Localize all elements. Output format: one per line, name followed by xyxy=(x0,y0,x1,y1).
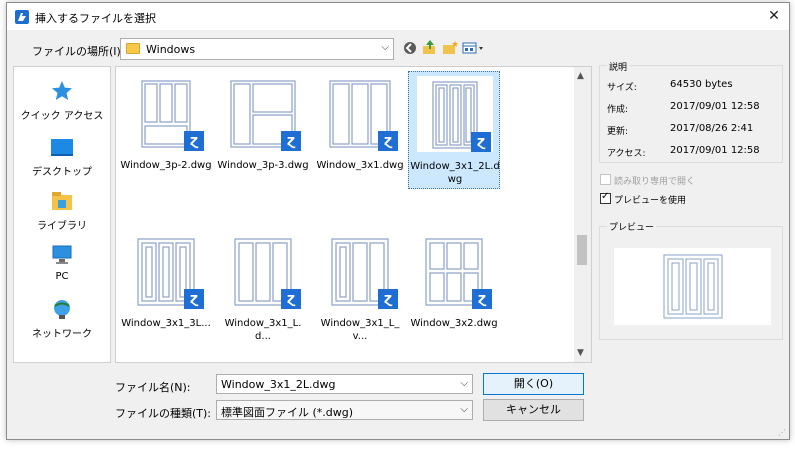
file-dialog: 挿入するファイルを選択 ✕ ファイルの場所(I): Windows ⌵ クイック… xyxy=(6,2,790,440)
file-name: Window_3x2.dwg xyxy=(410,318,498,329)
location-value: Windows xyxy=(146,43,196,56)
star-icon xyxy=(52,81,72,100)
open-button[interactable]: 開く(O) xyxy=(483,373,584,395)
chevron-down-icon: ⌵ xyxy=(460,378,468,389)
file-item[interactable]: ɀ Window_3x1_3L... xyxy=(120,229,212,347)
up-folder-icon xyxy=(423,40,435,54)
file-item[interactable]: ɀ Window_3x1.dwg xyxy=(314,71,406,189)
folder-icon xyxy=(126,43,140,54)
preview-title: プレビュー xyxy=(607,220,657,233)
file-item[interactable]: ɀ Window_3p-3.dwg xyxy=(217,71,309,189)
back-button[interactable] xyxy=(401,39,419,57)
new-folder-button[interactable] xyxy=(441,39,459,57)
description-title: 説明 xyxy=(607,60,630,73)
pc-icon xyxy=(52,245,72,264)
desktop-icon xyxy=(51,139,73,156)
resize-grip-icon[interactable]: ⋰ xyxy=(778,428,786,437)
place-label: ライブラリ xyxy=(37,221,87,232)
filetype-select[interactable]: 標準図面ファイル (*.dwg) ⌵ xyxy=(216,400,473,420)
view-menu-button[interactable] xyxy=(461,39,487,57)
file-name: Window_3x1_L.d... xyxy=(224,318,302,342)
chevron-down-icon: ⌵ xyxy=(381,42,389,53)
dwg-file-icon: ɀ xyxy=(378,289,398,309)
preview-image xyxy=(614,248,771,325)
dialog-title: 挿入するファイルを選択 xyxy=(35,12,156,25)
cancel-button[interactable]: キャンセル xyxy=(483,399,584,421)
location-combo[interactable]: Windows ⌵ xyxy=(120,38,394,60)
place-network[interactable]: ネットワーク xyxy=(14,291,110,343)
info-value: 2017/09/01 12:58 xyxy=(670,101,760,112)
info-key: 作成: xyxy=(607,105,629,115)
file-name: Window_3x1_3L... xyxy=(121,318,211,329)
filename-value: Window_3x1_2L.dwg xyxy=(221,378,336,391)
dwg-file-icon: ɀ xyxy=(471,132,491,152)
network-icon xyxy=(54,300,70,319)
close-button[interactable]: ✕ xyxy=(759,3,789,30)
places-bar: クイック アクセス デスクトップ ライブラリ PC ネットワーク xyxy=(13,66,111,363)
file-item[interactable]: ɀ Window_3x1_L_v... xyxy=(314,229,406,347)
use-preview-label: プレビューを使用 xyxy=(614,196,687,206)
use-preview-checkbox[interactable] xyxy=(600,191,611,204)
scroll-thumb[interactable] xyxy=(577,235,587,265)
place-desktop[interactable]: デスクトップ xyxy=(14,129,110,181)
file-name: Window_3x1_2L.dwg xyxy=(410,161,500,185)
place-label: ネットワーク xyxy=(32,329,92,340)
info-value: 2017/08/26 2:41 xyxy=(670,123,754,134)
place-label: クイック アクセス xyxy=(20,111,104,122)
up-folder-button[interactable] xyxy=(421,39,439,57)
chevron-down-icon: ⌵ xyxy=(460,404,468,415)
info-key: アクセス: xyxy=(607,149,646,159)
place-label: PC xyxy=(55,271,69,282)
dwg-file-icon: ɀ xyxy=(184,131,204,151)
file-name: Window_3p-2.dwg xyxy=(120,160,212,171)
readonly-label: 読み取り専用で開く xyxy=(614,177,696,187)
filetype-value: 標準図面ファイル (*.dwg) xyxy=(221,406,354,419)
dwg-file-icon: ɀ xyxy=(184,289,204,309)
filename-label: ファイル名(N): xyxy=(115,381,191,394)
library-icon xyxy=(52,192,72,210)
place-label: デスクトップ xyxy=(32,167,92,178)
file-item[interactable]: ɀ Window_3p-2.dwg xyxy=(120,71,212,189)
place-library[interactable]: ライブラリ xyxy=(14,183,110,235)
view-grid-icon xyxy=(462,42,483,54)
file-item[interactable]: ɀ Window_3x1_L.d... xyxy=(217,229,309,347)
scroll-down-icon[interactable]: ▼ xyxy=(577,348,584,358)
dwg-file-icon: ɀ xyxy=(472,289,492,309)
file-item-selected[interactable]: ɀ Window_3x1_2L.dwg xyxy=(408,71,500,189)
info-key: 更新: xyxy=(607,127,629,137)
info-value: 2017/09/01 12:58 xyxy=(670,145,760,156)
scroll-up-icon[interactable]: ▲ xyxy=(577,71,584,81)
file-name: Window_3x1_L_v... xyxy=(320,318,400,342)
file-item[interactable]: ɀ Window_3x2.dwg xyxy=(408,229,500,347)
title-bar: 挿入するファイルを選択 ✕ xyxy=(7,3,789,30)
file-name: Window_3x1.dwg xyxy=(316,160,404,171)
back-arrow-icon xyxy=(404,42,416,54)
file-list[interactable]: ɀ Window_3p-2.dwg ɀ Window_3p-3.dwg ɀ Wi… xyxy=(115,66,592,363)
info-value: 64530 bytes xyxy=(670,79,733,90)
readonly-checkbox[interactable] xyxy=(600,174,611,185)
file-name: Window_3p-3.dwg xyxy=(217,160,309,171)
app-logo-icon xyxy=(15,10,29,24)
dwg-file-icon: ɀ xyxy=(378,131,398,151)
location-label: ファイルの場所(I): xyxy=(32,45,125,58)
dwg-file-icon: ɀ xyxy=(281,131,301,151)
filetype-label: ファイルの種類(T): xyxy=(115,407,212,420)
info-key: サイズ: xyxy=(607,83,637,93)
new-folder-icon xyxy=(443,41,458,54)
filename-combo[interactable]: Window_3x1_2L.dwg ⌵ xyxy=(216,374,473,394)
place-quick-access[interactable]: クイック アクセス xyxy=(14,73,110,125)
vertical-scrollbar[interactable]: ▲ ▼ xyxy=(574,67,591,362)
place-pc[interactable]: PC xyxy=(14,237,110,289)
dwg-file-icon: ɀ xyxy=(281,289,301,309)
